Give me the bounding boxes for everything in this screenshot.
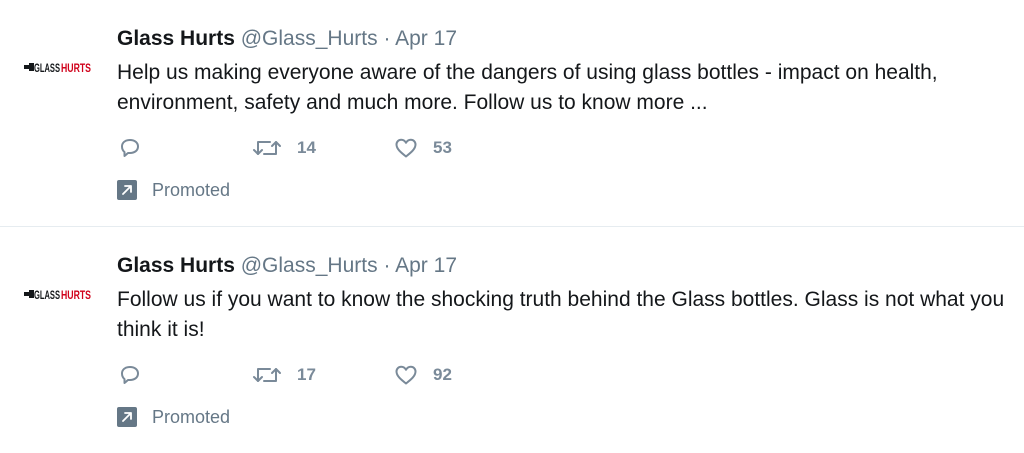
- like-count: 92: [433, 365, 452, 384]
- author-name[interactable]: Glass Hurts: [117, 254, 235, 277]
- retweet-count: 17: [297, 365, 316, 384]
- promoted-badge[interactable]: Promoted: [117, 180, 230, 200]
- glass-hurts-logo-icon[interactable]: GLASS HURTS: [24, 58, 94, 76]
- glass-hurts-logo-icon[interactable]: GLASS HURTS: [24, 285, 94, 303]
- heart-icon: [395, 365, 417, 385]
- like-button[interactable]: 92: [393, 362, 452, 388]
- author-handle[interactable]: @Glass_Hurts: [241, 254, 378, 277]
- tweet-date[interactable]: Apr 17: [395, 254, 457, 277]
- author-name[interactable]: Glass Hurts: [117, 27, 235, 50]
- retweet-button[interactable]: 17: [251, 362, 316, 388]
- author-handle[interactable]: @Glass_Hurts: [241, 27, 378, 50]
- tweet-actions: 17 92: [117, 362, 617, 388]
- header-separator: ·: [383, 27, 391, 50]
- heart-icon: [395, 138, 417, 158]
- reply-icon: [121, 139, 139, 157]
- promoted-arrow-icon: [117, 407, 137, 427]
- promoted-label: Promoted: [152, 179, 231, 200]
- logo-text-hurts: HURTS: [61, 61, 91, 75]
- tweet-header: Glass Hurts @Glass_Hurts · Apr 17: [117, 253, 457, 279]
- promoted-label: Promoted: [152, 406, 231, 427]
- tweet-date[interactable]: Apr 17: [395, 27, 457, 50]
- tweet-text: Help us making everyone aware of the dan…: [117, 61, 938, 114]
- logo-text-hurts: HURTS: [61, 288, 91, 302]
- like-button[interactable]: 53: [393, 135, 452, 161]
- promoted-arrow-icon: [117, 180, 137, 200]
- tweet-header: Glass Hurts @Glass_Hurts · Apr 17: [117, 26, 457, 52]
- header-separator: ·: [383, 254, 391, 277]
- reply-icon: [121, 366, 139, 384]
- promoted-badge[interactable]: Promoted: [117, 407, 230, 427]
- retweet-icon: [253, 368, 281, 382]
- retweet-count: 14: [297, 138, 316, 157]
- tweet-text: Follow us if you want to know the shocki…: [117, 288, 1005, 341]
- tweet-actions: 14 53: [117, 135, 617, 161]
- tweet-card[interactable]: GLASS HURTS Glass Hurts @Glass_Hurts · A…: [0, 0, 1024, 226]
- retweet-icon: [253, 141, 281, 155]
- reply-button[interactable]: [117, 135, 143, 161]
- like-count: 53: [433, 138, 452, 157]
- logo-text-glass: GLASS: [34, 288, 60, 302]
- retweet-button[interactable]: 14: [251, 135, 316, 161]
- reply-button[interactable]: [117, 362, 143, 388]
- logo-text-glass: GLASS: [34, 61, 60, 75]
- tweet-card[interactable]: GLASS HURTS Glass Hurts @Glass_Hurts · A…: [0, 227, 1024, 453]
